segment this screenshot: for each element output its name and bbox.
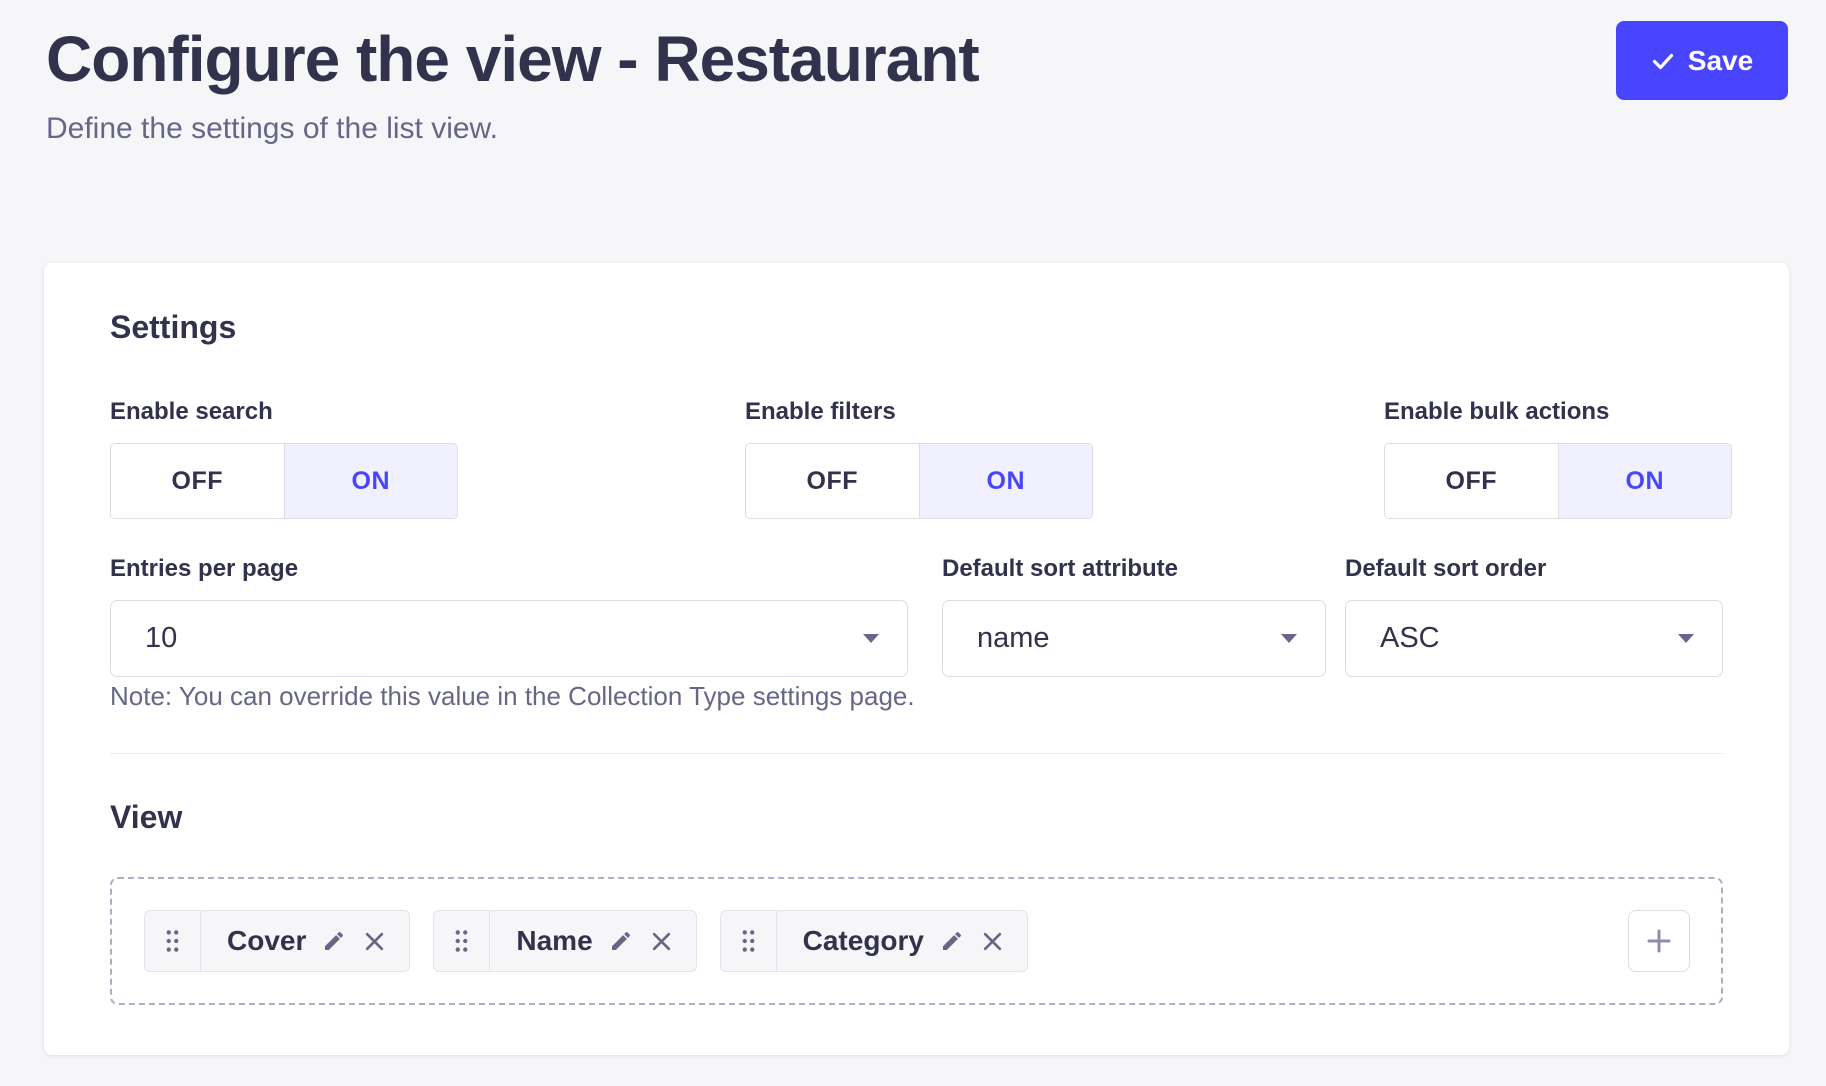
entries-per-page-label: Entries per page — [110, 555, 908, 583]
enable-filters-on-option[interactable]: ON — [919, 444, 1093, 518]
view-field-chip-cover[interactable]: Cover — [144, 910, 410, 972]
chevron-down-icon — [863, 634, 879, 643]
default-sort-order-label: Default sort order — [1345, 555, 1723, 583]
edit-pencil-icon[interactable] — [940, 929, 964, 953]
enable-filters-field: Enable filters OFF ON — [745, 398, 1093, 519]
default-sort-attribute-label: Default sort attribute — [942, 555, 1326, 583]
page-title: Configure the view - Restaurant — [46, 22, 979, 96]
drag-handle-icon[interactable] — [145, 911, 201, 971]
enable-bulk-actions-label: Enable bulk actions — [1384, 398, 1732, 426]
enable-filters-toggle[interactable]: OFF ON — [745, 443, 1093, 519]
enable-search-field: Enable search OFF ON — [110, 398, 458, 519]
enable-bulk-actions-toggle[interactable]: OFF ON — [1384, 443, 1732, 519]
chevron-down-icon — [1678, 634, 1694, 643]
enable-filters-label: Enable filters — [745, 398, 1093, 426]
remove-icon[interactable] — [980, 929, 1005, 954]
chip-label: Name — [516, 925, 592, 957]
default-sort-order-select[interactable]: ASC — [1345, 600, 1723, 677]
default-sort-attribute-value: name — [977, 622, 1281, 655]
default-sort-order-field: Default sort order ASC — [1345, 555, 1723, 677]
enable-bulk-actions-on-option[interactable]: ON — [1558, 444, 1732, 518]
entries-per-page-value: 10 — [145, 622, 863, 655]
edit-pencil-icon[interactable] — [609, 929, 633, 953]
section-divider — [110, 753, 1723, 754]
chip-label: Cover — [227, 925, 306, 957]
save-button-label: Save — [1688, 45, 1753, 77]
remove-icon[interactable] — [362, 929, 387, 954]
save-button[interactable]: Save — [1616, 21, 1788, 100]
drag-handle-icon[interactable] — [434, 911, 490, 971]
remove-icon[interactable] — [649, 929, 674, 954]
drag-handle-icon[interactable] — [721, 911, 777, 971]
entries-per-page-note: Note: You can override this value in the… — [110, 681, 915, 712]
view-field-chip-name[interactable]: Name — [433, 910, 696, 972]
enable-search-off-option[interactable]: OFF — [111, 444, 284, 518]
view-field-chip-category[interactable]: Category — [720, 910, 1028, 972]
check-icon — [1651, 49, 1675, 73]
enable-search-label: Enable search — [110, 398, 458, 426]
edit-pencil-icon[interactable] — [322, 929, 346, 953]
page-subtitle: Define the settings of the list view. — [46, 112, 498, 146]
configuration-card: Settings Enable search OFF ON Enable fil… — [44, 263, 1789, 1055]
entries-per-page-select[interactable]: 10 — [110, 600, 908, 677]
view-fields-drop-zone: Cover — [110, 877, 1723, 1005]
default-sort-order-value: ASC — [1380, 622, 1678, 655]
chip-label: Category — [803, 925, 924, 957]
settings-section-heading: Settings — [110, 309, 236, 346]
default-sort-attribute-select[interactable]: name — [942, 600, 1326, 677]
add-field-button[interactable] — [1628, 910, 1690, 972]
enable-bulk-actions-off-option[interactable]: OFF — [1385, 444, 1558, 518]
enable-bulk-actions-field: Enable bulk actions OFF ON — [1384, 398, 1732, 519]
plus-icon — [1644, 926, 1674, 956]
view-section-heading: View — [110, 799, 182, 836]
enable-search-on-option[interactable]: ON — [284, 444, 458, 518]
enable-filters-off-option[interactable]: OFF — [746, 444, 919, 518]
entries-per-page-field: Entries per page 10 — [110, 555, 908, 677]
chevron-down-icon — [1281, 634, 1297, 643]
enable-search-toggle[interactable]: OFF ON — [110, 443, 458, 519]
default-sort-attribute-field: Default sort attribute name — [942, 555, 1326, 677]
